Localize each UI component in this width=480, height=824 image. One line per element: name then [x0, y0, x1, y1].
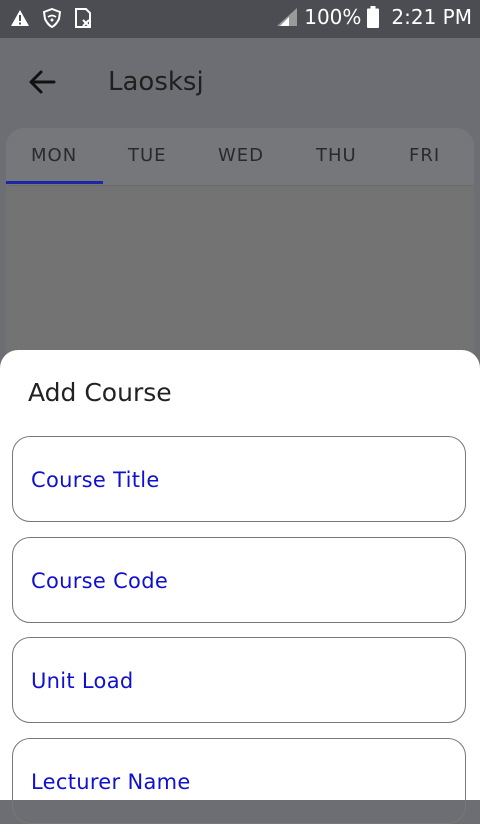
tab-tue[interactable]: TUE — [128, 145, 167, 166]
day-tabs: MON TUE WED THU FRI — [6, 128, 474, 186]
course-title-label: Course Title — [31, 468, 160, 492]
tab-indicator — [6, 181, 103, 184]
timetable-card: MON TUE WED THU FRI — [6, 128, 474, 388]
battery-icon — [367, 6, 380, 28]
signal-icon — [276, 7, 298, 27]
tab-fri[interactable]: FRI — [409, 145, 440, 166]
tab-thu[interactable]: THU — [316, 145, 357, 166]
course-code-field[interactable]: Course Code — [12, 537, 466, 623]
battery-percent: 100% — [304, 5, 362, 29]
unit-load-field[interactable]: Unit Load — [12, 637, 466, 723]
page-title: Laosksj — [108, 67, 204, 97]
course-code-label: Course Code — [31, 569, 169, 593]
app-bar: Laosksj — [0, 38, 480, 128]
lecturer-name-field[interactable]: Lecturer Name — [12, 738, 466, 824]
add-course-sheet: Add Course Course Title Course Code Unit… — [0, 350, 480, 824]
sim-icon — [74, 8, 92, 28]
back-button[interactable] — [26, 66, 58, 98]
arrow-back-icon — [26, 70, 58, 102]
lecturer-name-label: Lecturer Name — [31, 770, 191, 794]
tab-wed[interactable]: WED — [218, 145, 264, 166]
unit-load-label: Unit Load — [31, 669, 134, 693]
tab-mon[interactable]: MON — [31, 145, 77, 166]
shield-icon — [42, 8, 62, 28]
warning-icon — [10, 9, 30, 27]
clock: 2:21 PM — [391, 5, 472, 29]
course-title-field[interactable]: Course Title — [12, 436, 466, 522]
status-bar: 100% 2:21 PM — [0, 0, 480, 38]
sheet-title: Add Course — [28, 378, 172, 407]
